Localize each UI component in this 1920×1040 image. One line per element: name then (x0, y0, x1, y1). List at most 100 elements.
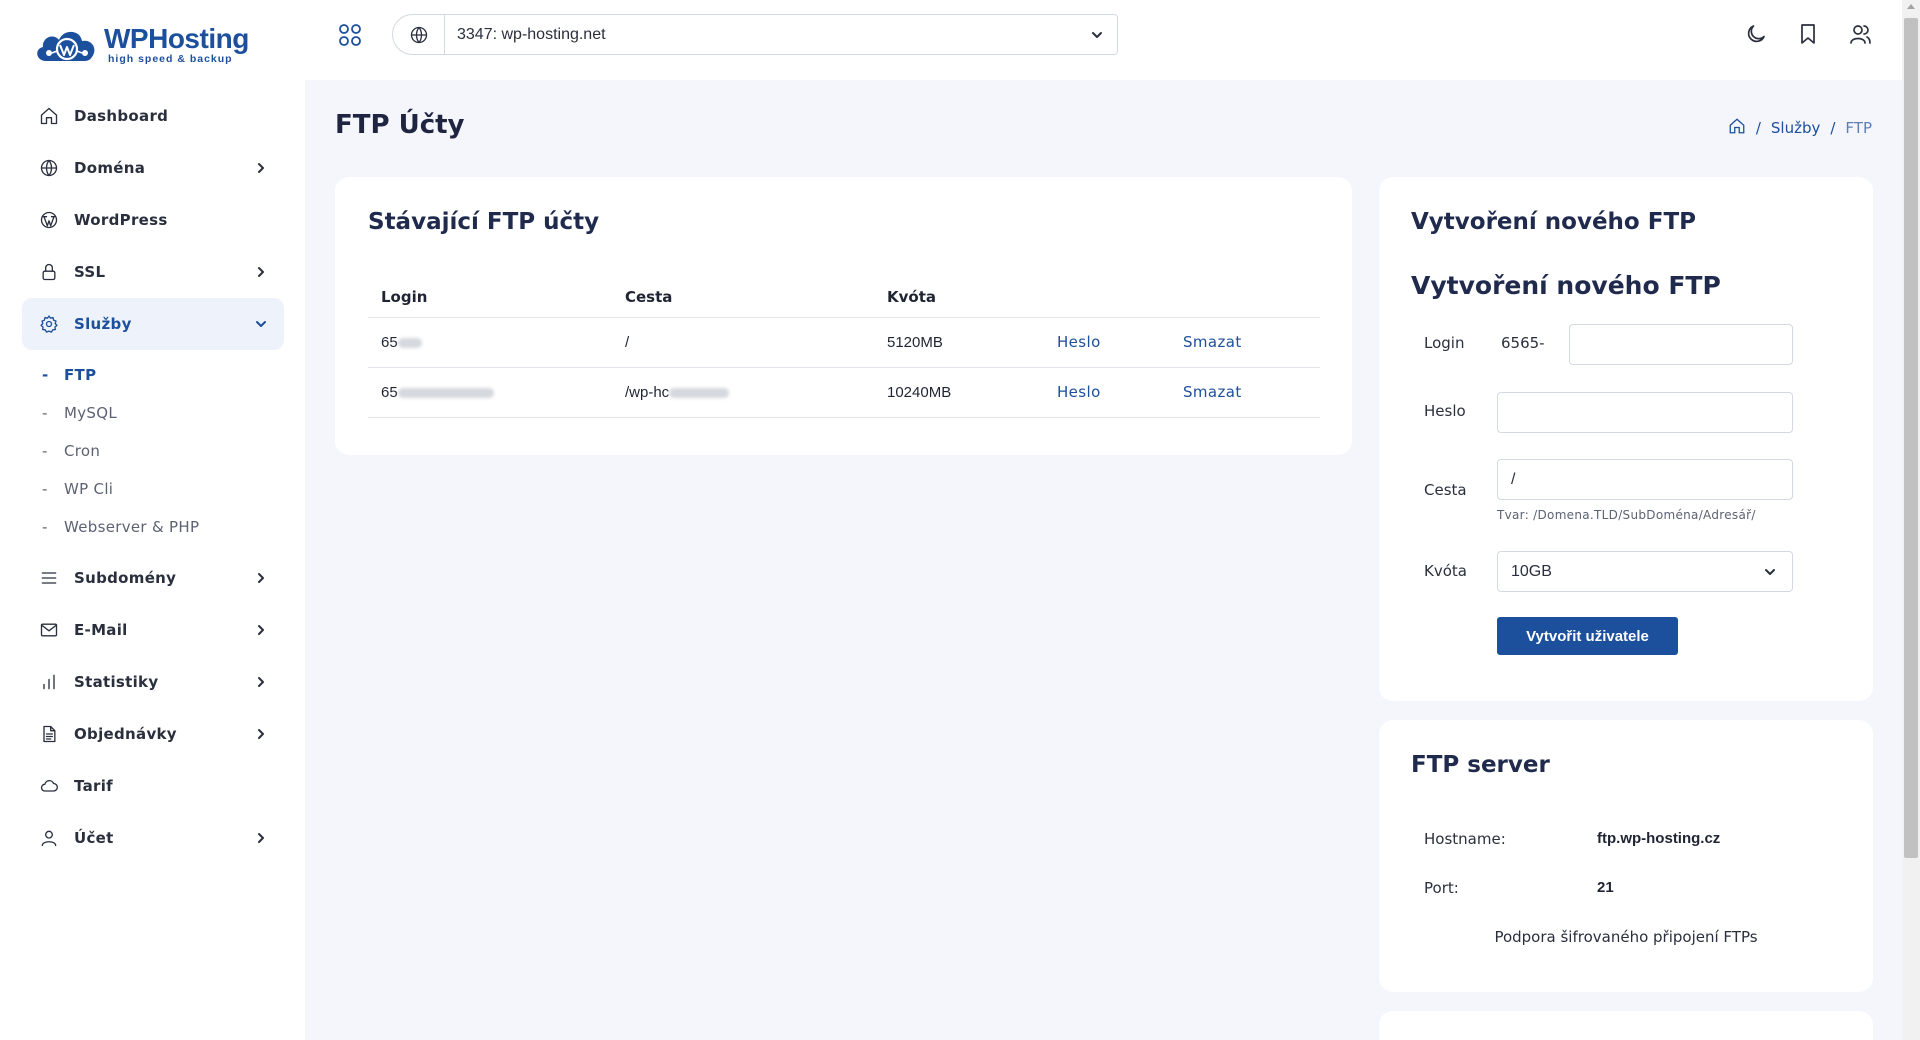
ftp-server-card: FTP server Hostname: ftp.wp-hosting.cz P… (1379, 720, 1873, 992)
bar-chart-icon (38, 671, 60, 693)
sidebar-item-domena[interactable]: Doména (22, 142, 284, 194)
sidebar-submenu-sluzby: - FTP - MySQL - Cron - WP Cli - Webserve… (22, 350, 284, 552)
page-scrollbar[interactable] (1902, 0, 1920, 1040)
user-icon (38, 827, 60, 849)
sidebar-item-statistiky[interactable]: Statistiky (22, 656, 284, 708)
column-header-login: Login (368, 277, 612, 318)
column-header-path: Cesta (612, 277, 874, 318)
document-icon (38, 723, 60, 745)
brand-logo[interactable]: WPHosting high speed & backup (32, 20, 249, 70)
additional-card (1379, 1011, 1873, 1040)
ftp-server-title: FTP server (1411, 752, 1550, 778)
chevron-right-icon (254, 623, 268, 637)
sidebar-item-label: SSL (74, 263, 106, 281)
top-bar: 3347: wp-hosting.net (305, 0, 1902, 80)
sidebar-item-ssl[interactable]: SSL (22, 246, 284, 298)
sidebar-item-label: Služby (74, 315, 132, 333)
breadcrumb: / Služby / FTP (1728, 117, 1872, 139)
sidebar-subitem-wp-cli[interactable]: - WP Cli (42, 470, 284, 508)
dark-mode-moon-icon[interactable] (1744, 22, 1770, 48)
cloud-icon (38, 775, 60, 797)
cell-login: 65 (368, 317, 612, 368)
redacted-text (397, 337, 422, 348)
sidebar-item-ucet[interactable]: Účet (22, 812, 284, 864)
path-label: Cesta (1424, 481, 1467, 499)
breadcrumb-separator: / (1755, 119, 1761, 137)
breadcrumb-current: FTP (1845, 119, 1872, 137)
domain-select-value: 3347: wp-hosting.net (457, 25, 606, 43)
delete-link[interactable]: Smazat (1170, 317, 1320, 368)
breadcrumb-separator: / (1830, 119, 1836, 137)
home-icon (38, 105, 60, 127)
cell-login: 65 (368, 367, 612, 418)
chevron-down-icon (1077, 27, 1117, 43)
sidebar-subitem-ftp[interactable]: - FTP (42, 356, 284, 394)
sidebar-item-label: WordPress (74, 211, 168, 229)
sidebar-item-tarif[interactable]: Tarif (22, 760, 284, 812)
hostname-value: ftp.wp-hosting.cz (1597, 830, 1721, 847)
sidebar-subitem-webserver-php[interactable]: - Webserver & PHP (42, 508, 284, 546)
password-link[interactable]: Heslo (1044, 317, 1170, 368)
path-input[interactable]: / (1497, 459, 1793, 500)
hostname-label: Hostname: (1424, 830, 1506, 848)
sidebar-nav: Dashboard Doména WordPress SSL Služby - … (22, 90, 284, 864)
ftp-accounts-title: Stávající FTP účty (368, 209, 600, 235)
chevron-down-icon (254, 317, 268, 331)
table-row: 65 / 5120MB Heslo Smazat (368, 317, 1320, 368)
sidebar-item-subdomeny[interactable]: Subdomény (22, 552, 284, 604)
lock-icon (38, 261, 60, 283)
password-label: Heslo (1424, 402, 1466, 420)
login-input[interactable] (1569, 324, 1793, 365)
sidebar-item-label: Tarif (74, 777, 113, 795)
mail-icon (38, 619, 60, 641)
sidebar-subitem-cron[interactable]: - Cron (42, 432, 284, 470)
globe-icon (38, 157, 60, 179)
create-user-button[interactable]: Vytvořit uživatele (1497, 617, 1678, 655)
port-label: Port: (1424, 879, 1459, 897)
scroll-up-arrow-icon[interactable] (1907, 4, 1915, 9)
home-icon[interactable] (1728, 117, 1746, 139)
cell-quota: 5120MB (874, 317, 1044, 368)
new-ftp-form-title: Vytvoření nového FTP (1411, 271, 1721, 300)
sidebar-item-dashboard[interactable]: Dashboard (22, 90, 284, 142)
domain-select[interactable]: 3347: wp-hosting.net (392, 14, 1118, 55)
table-row: 65 /wp-hc 10240MB Heslo Smazat (368, 367, 1320, 418)
sidebar-item-label: Dashboard (74, 107, 169, 125)
cell-quota: 10240MB (874, 367, 1044, 418)
user-account-icon[interactable] (1848, 22, 1874, 48)
new-ftp-card: Vytvoření nového FTP Vytvoření nového FT… (1379, 177, 1873, 701)
redacted-text (669, 387, 730, 398)
sidebar-subitem-label: FTP (64, 366, 97, 384)
ftps-support-note: Podpora šifrovaného připojení FTPs (1494, 928, 1758, 946)
redacted-text (397, 387, 494, 398)
apps-grid-icon[interactable] (337, 22, 363, 48)
chevron-right-icon (254, 675, 268, 689)
sidebar-item-email[interactable]: E-Mail (22, 604, 284, 656)
sidebar-subitem-label: Cron (64, 442, 101, 460)
port-value: 21 (1597, 879, 1614, 896)
password-input[interactable] (1497, 392, 1793, 433)
quota-label: Kvóta (1424, 562, 1467, 580)
sidebar-item-objednavky[interactable]: Objednávky (22, 708, 284, 760)
chevron-right-icon (254, 265, 268, 279)
scrollbar-thumb[interactable] (1904, 18, 1918, 858)
globe-icon (393, 15, 445, 54)
password-link[interactable]: Heslo (1044, 367, 1170, 418)
sidebar-item-wordpress[interactable]: WordPress (22, 194, 284, 246)
sidebar-item-label: Statistiky (74, 673, 159, 691)
sidebar-subitem-mysql[interactable]: - MySQL (42, 394, 284, 432)
bookmark-icon[interactable] (1796, 22, 1822, 48)
sidebar-subitem-label: MySQL (64, 404, 118, 422)
page-title: FTP Účty (335, 110, 465, 140)
ftp-accounts-card: Stávající FTP účty Login Cesta Kvóta 65 … (335, 177, 1352, 455)
delete-link[interactable]: Smazat (1170, 367, 1320, 418)
breadcrumb-link-sluzby[interactable]: Služby (1771, 119, 1820, 137)
quota-select[interactable]: 10GB (1497, 551, 1793, 592)
sidebar-subitem-label: WP Cli (64, 480, 114, 498)
column-header-quota: Kvóta (874, 277, 1044, 318)
chevron-right-icon (254, 161, 268, 175)
sidebar-item-sluzby[interactable]: Služby (22, 298, 284, 350)
gear-icon (38, 313, 60, 335)
chevron-right-icon (254, 727, 268, 741)
sidebar-item-label: Objednávky (74, 725, 177, 743)
